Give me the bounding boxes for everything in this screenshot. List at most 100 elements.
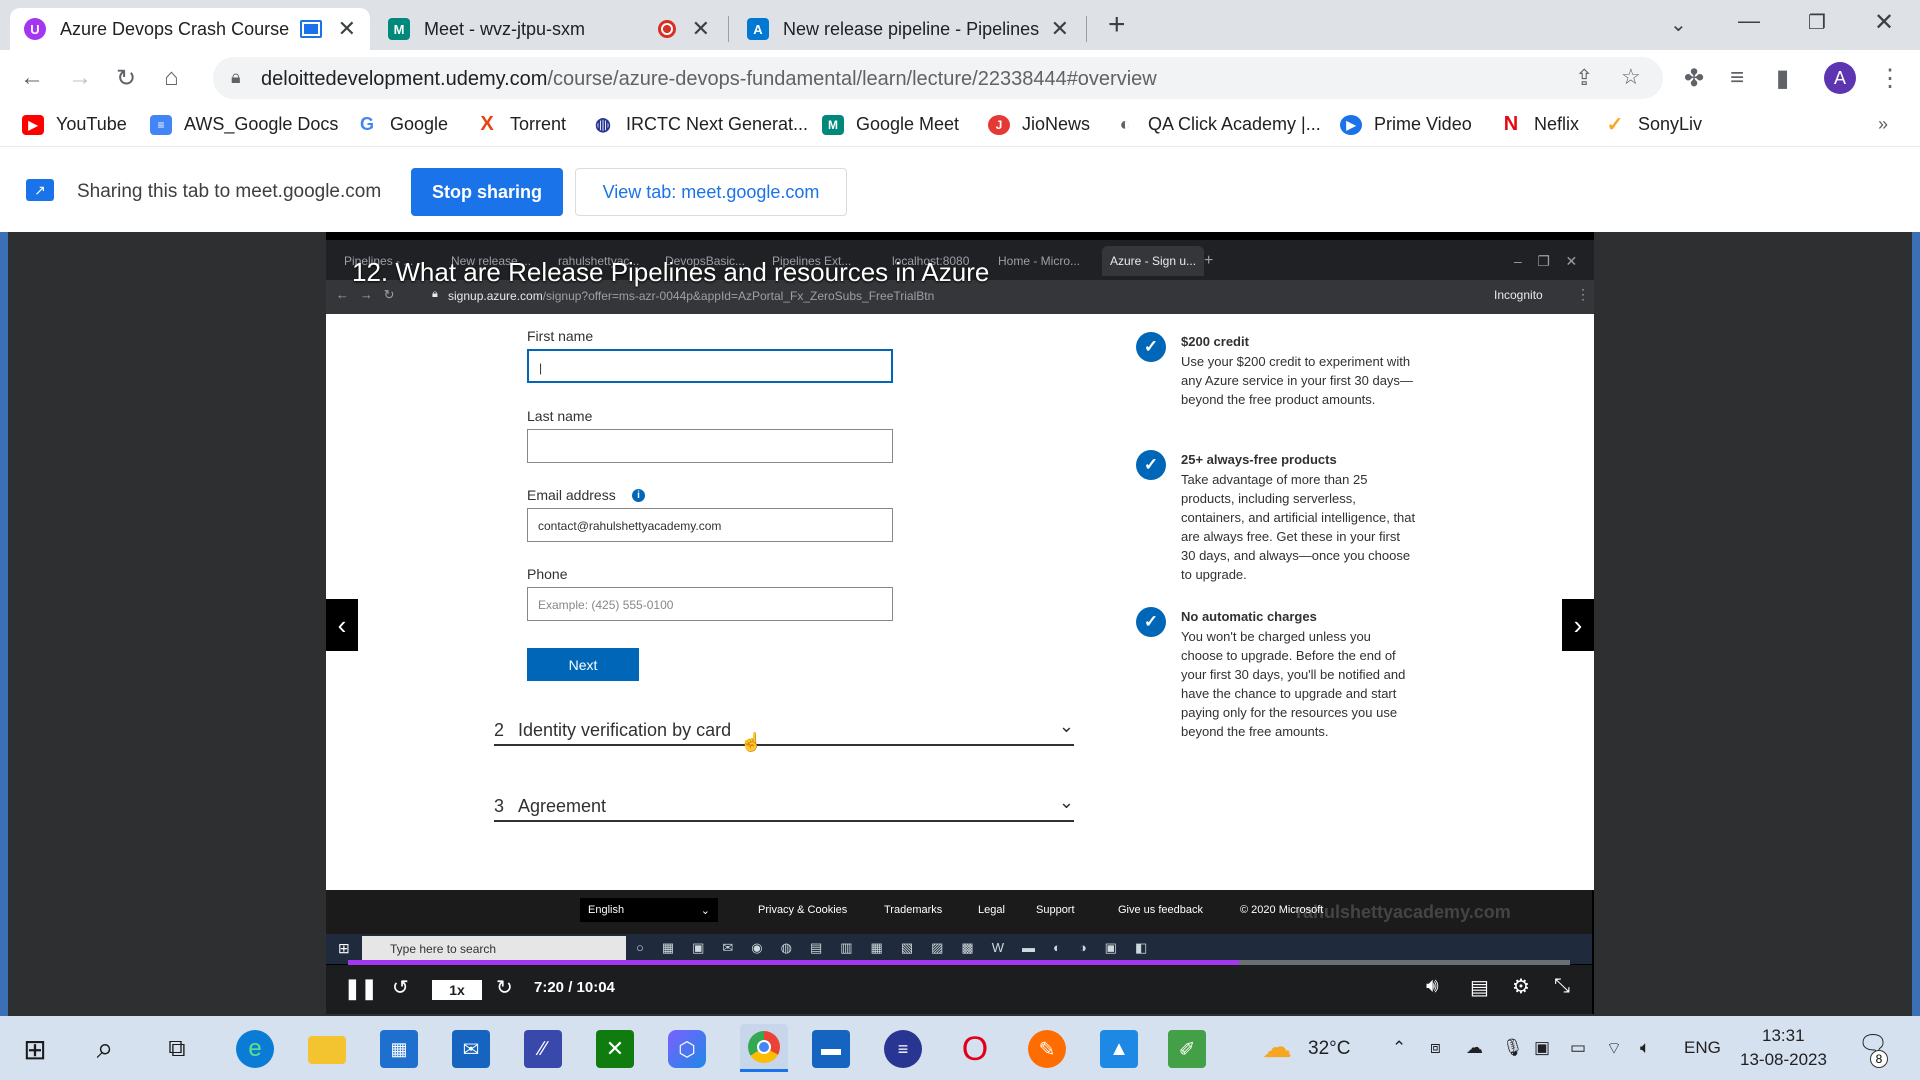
- tray-app-icon[interactable]: ▣: [1534, 1038, 1550, 1058]
- previous-lecture-button[interactable]: ‹: [326, 599, 358, 651]
- tab-pipelines[interactable]: A New release pipeline - Pipelines ✕: [733, 8, 1083, 50]
- phone-label: Phone: [527, 566, 568, 582]
- video-time: 7:20 / 10:04: [534, 979, 615, 996]
- window-close-button[interactable]: ✕: [1874, 8, 1894, 37]
- power-automate-icon[interactable]: ∕∕: [524, 1030, 562, 1068]
- search-icon[interactable]: ⌕: [86, 1030, 124, 1068]
- bookmark-prime-video[interactable]: ▶ Prime Video: [1340, 114, 1472, 135]
- chrome-taskbar-button[interactable]: [740, 1024, 788, 1072]
- view-tab-button[interactable]: View tab: meet.google.com: [575, 168, 847, 216]
- benefit-text: You won't be charged unless you choose t…: [1181, 629, 1406, 739]
- close-icon[interactable]: ✕: [338, 16, 356, 42]
- bookmark-star-icon[interactable]: ☆: [1621, 64, 1641, 90]
- avatar[interactable]: A: [1824, 62, 1856, 94]
- opera-icon[interactable]: O: [956, 1030, 994, 1068]
- info-icon: i: [632, 489, 645, 502]
- share-icon[interactable]: ⇪: [1575, 65, 1593, 91]
- windows-start-icon[interactable]: ⊞: [16, 1030, 54, 1068]
- task-view-icon[interactable]: ⧉: [158, 1030, 196, 1068]
- battery-icon[interactable]: ▭: [1570, 1038, 1586, 1058]
- minimize-button[interactable]: —: [1738, 8, 1760, 34]
- weather-temperature[interactable]: 32°C: [1308, 1038, 1350, 1060]
- checkmark-icon: ✓: [1136, 332, 1166, 362]
- menu-icon[interactable]: ⋮: [1878, 64, 1902, 93]
- bookmarks-bar: ▶ YouTube ≡ AWS_Google Docs G Google X Torre…: [0, 106, 1920, 146]
- reload-icon[interactable]: ↻: [116, 64, 136, 93]
- new-tab-button[interactable]: +: [1108, 8, 1126, 42]
- weather-icon[interactable]: ☁: [1262, 1030, 1292, 1065]
- file-explorer-icon[interactable]: [308, 1036, 346, 1064]
- bookmark-qa-click-academy[interactable]: ◐ QA Click Academy |...: [1114, 114, 1321, 135]
- bookmark-torrent[interactable]: X Torrent: [476, 113, 566, 135]
- edge-icon[interactable]: e: [236, 1030, 274, 1068]
- address-bar[interactable]: 🔒︎ deloittedevelopment.udemy.com/course/…: [213, 57, 1663, 99]
- video-tab-active: Azure - Sign u...: [1102, 246, 1205, 276]
- tab-meet[interactable]: M Meet - wvz-jtpu-sxm ✕: [374, 8, 724, 50]
- benefit-title: No automatic charges: [1181, 609, 1317, 624]
- next-lecture-button[interactable]: ›: [1562, 599, 1594, 651]
- hand-cursor-icon: ☝: [740, 732, 763, 752]
- bookmark-google-meet[interactable]: M Google Meet: [822, 114, 959, 135]
- postman-icon[interactable]: ✎: [1028, 1030, 1066, 1068]
- forward-icon[interactable]: →: [68, 64, 92, 92]
- notepad-plus-icon[interactable]: ✐: [1168, 1030, 1206, 1068]
- eclipse-icon[interactable]: ≡: [884, 1030, 922, 1068]
- tab-udemy[interactable]: U Azure Devops Crash Course ✕: [10, 8, 370, 50]
- bookmark-jionews[interactable]: J JioNews: [988, 114, 1090, 135]
- sonyliv-icon: ✓: [1606, 114, 1624, 136]
- bookmark-label: YouTube: [56, 114, 127, 134]
- chrome-icon-center: [757, 1039, 771, 1054]
- volume-icon[interactable]: 🔊︎: [1426, 975, 1439, 998]
- pause-icon[interactable]: ❚❚: [344, 976, 378, 1001]
- bookmark-irctc[interactable]: ◍ IRCTC Next Generat...: [592, 114, 808, 135]
- speaker-icon[interactable]: 🔈︎: [1640, 1038, 1650, 1058]
- rewind-icon[interactable]: ↺: [392, 975, 409, 1000]
- video-controls: ❚❚ ↺ 1x ↻ 7:20 / 10:04 🔊︎ ▤ ⚙ ⤡: [326, 965, 1592, 1014]
- close-icon[interactable]: ✕: [692, 16, 710, 42]
- photos-icon[interactable]: ▲: [1100, 1030, 1138, 1068]
- wifi-icon[interactable]: ⌔: [1606, 1038, 1622, 1059]
- side-panel-icon[interactable]: ▮: [1776, 64, 1789, 93]
- bookmark-sonyliv[interactable]: ✓ SonyLiv: [1604, 114, 1702, 136]
- clock-time[interactable]: 13:31: [1762, 1026, 1805, 1046]
- back-icon[interactable]: ←: [20, 64, 44, 92]
- language-select: English ⌄: [580, 898, 718, 922]
- media-icon[interactable]: ≡: [1730, 64, 1744, 92]
- bookmark-neflix[interactable]: N Neflix: [1500, 113, 1579, 135]
- forward-skip-icon[interactable]: ↻: [496, 975, 513, 1000]
- restore-button[interactable]: ❐: [1808, 10, 1826, 35]
- microsoft-store-icon[interactable]: ▦: [380, 1030, 418, 1068]
- home-icon[interactable]: ⌂: [164, 64, 179, 92]
- teams-icon[interactable]: ⬡: [668, 1030, 706, 1068]
- bookmark-aws-google-docs[interactable]: ≡ AWS_Google Docs: [150, 114, 338, 135]
- bookmark-google[interactable]: G Google: [356, 114, 448, 135]
- video-menu-icon: ⋮: [1576, 286, 1590, 302]
- bookmarks-overflow-button[interactable]: »: [1878, 114, 1888, 135]
- udemy-lecture-page: Pipelines - ... New release ... rahulshe…: [0, 232, 1920, 1016]
- settings-icon[interactable]: ⚙: [1512, 974, 1530, 999]
- microphone-icon[interactable]: 🎙︎: [1502, 1038, 1524, 1058]
- tab-search-icon[interactable]: ⌄: [1670, 12, 1687, 37]
- google-meet-icon: M: [388, 18, 410, 40]
- mail-icon[interactable]: ✉: [452, 1030, 490, 1068]
- fullscreen-icon[interactable]: ⤡: [1554, 975, 1570, 998]
- lock-icon: 🔒︎: [231, 67, 241, 87]
- bookmark-youtube[interactable]: ▶ YouTube: [22, 114, 127, 135]
- footer-link: Trademarks: [884, 904, 943, 916]
- stop-sharing-button[interactable]: Stop sharing: [411, 168, 563, 216]
- youtube-icon: ▶: [22, 114, 44, 135]
- tray-overflow-icon[interactable]: ⌃: [1392, 1038, 1406, 1058]
- playback-speed-button[interactable]: 1x: [432, 980, 482, 1000]
- clock-date[interactable]: 13-08-2023: [1740, 1050, 1827, 1070]
- extensions-icon[interactable]: ✤: [1684, 64, 1704, 93]
- tray-device-icon[interactable]: ⧈: [1430, 1038, 1441, 1058]
- video-url-domain: signup.azure.com: [448, 289, 543, 303]
- xbox-icon[interactable]: ✕: [596, 1030, 634, 1068]
- video-lock-icon: 🔒︎: [432, 288, 438, 300]
- onedrive-icon[interactable]: ☁: [1466, 1038, 1483, 1058]
- close-icon[interactable]: ✕: [1051, 16, 1069, 42]
- input-language[interactable]: ENG: [1684, 1038, 1721, 1058]
- remote-desktop-icon[interactable]: ▬: [812, 1030, 850, 1068]
- irctc-icon: ◍: [595, 114, 611, 134]
- captions-icon[interactable]: ▤: [1470, 975, 1489, 1000]
